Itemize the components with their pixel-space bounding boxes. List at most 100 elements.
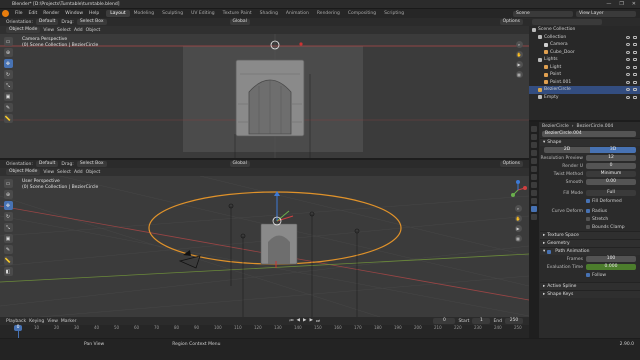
dimension-2d-button[interactable]: 2D: [544, 147, 590, 153]
measure-tool-icon[interactable]: 📏: [3, 256, 13, 265]
options-dropdown[interactable]: Options: [499, 19, 523, 25]
render-tab-icon[interactable]: [531, 134, 537, 140]
tab-rendering[interactable]: Rendering: [313, 10, 344, 17]
rotate-tool-icon[interactable]: ↻: [3, 212, 13, 221]
mode-dropdown[interactable]: Object Mode: [6, 169, 41, 175]
shape-section-header[interactable]: ▾ Shape: [540, 138, 640, 146]
tab-scripting[interactable]: Scripting: [380, 10, 408, 17]
menu-edit[interactable]: Edit: [26, 11, 41, 16]
physics-tab-icon[interactable]: [531, 190, 537, 196]
view-menu[interactable]: View: [47, 319, 58, 324]
outliner-item[interactable]: Collection: [529, 34, 640, 42]
view-menu[interactable]: View: [43, 28, 54, 33]
scale-tool-icon[interactable]: ⤡: [3, 81, 13, 90]
start-frame-field[interactable]: 1: [472, 318, 491, 324]
visibility-eye-icon[interactable]: [626, 58, 630, 62]
menu-file[interactable]: File: [12, 11, 26, 16]
cursor-tool-icon[interactable]: ⊕: [3, 48, 13, 57]
select-tool-icon[interactable]: ▭: [3, 179, 13, 188]
menu-window[interactable]: Window: [62, 11, 86, 16]
axis-gizmo-icon[interactable]: [508, 180, 528, 200]
prev-key-icon[interactable]: ◀: [297, 318, 300, 324]
visibility-eye-icon[interactable]: [626, 50, 630, 54]
current-frame-field[interactable]: 0: [433, 318, 456, 324]
active-spline-section[interactable]: ▸ Active Spline: [540, 282, 640, 290]
tab-animation[interactable]: Animation: [282, 10, 313, 17]
outliner-item[interactable]: Light: [529, 64, 640, 72]
outliner-item[interactable]: Point.001: [529, 79, 640, 87]
path-animation-checkbox[interactable]: [547, 249, 552, 254]
rotate-tool-icon[interactable]: ↻: [3, 70, 13, 79]
pan-icon[interactable]: ✋: [515, 51, 523, 58]
minimize-button[interactable]: —: [606, 1, 611, 7]
modifier-tab-icon[interactable]: [531, 182, 537, 188]
object-menu[interactable]: Object: [86, 170, 101, 175]
next-key-icon[interactable]: ▶: [309, 318, 312, 324]
annotate-tool-icon[interactable]: ✎: [3, 103, 13, 112]
add-menu[interactable]: Add: [74, 170, 83, 175]
orientation-dropdown[interactable]: Default: [35, 161, 59, 167]
measure-tool-icon[interactable]: 📏: [3, 114, 13, 123]
radius-checkbox[interactable]: [586, 209, 590, 213]
fill-deformed-checkbox[interactable]: [586, 199, 590, 203]
outliner-item[interactable]: Cube_Door: [529, 49, 640, 57]
resolution-preview-field[interactable]: 12: [586, 155, 636, 161]
visibility-eye-icon[interactable]: [626, 35, 630, 39]
path-animation-section[interactable]: ▾ Path Animation: [540, 247, 640, 255]
outliner-item[interactable]: Empty: [529, 94, 640, 102]
marker-menu[interactable]: Marker: [61, 319, 77, 324]
output-tab-icon[interactable]: [531, 142, 537, 148]
constraint-tab-icon[interactable]: [531, 198, 537, 204]
object-menu[interactable]: Object: [86, 28, 101, 33]
menu-render[interactable]: Render: [40, 11, 62, 16]
pan-icon[interactable]: ✋: [514, 215, 522, 222]
select-menu[interactable]: Select: [57, 170, 71, 175]
menu-help[interactable]: Help: [86, 11, 102, 16]
transform-orientation[interactable]: Global: [229, 161, 250, 167]
render-camera-icon[interactable]: [633, 88, 637, 92]
view-menu[interactable]: View: [43, 170, 54, 175]
orientation-dropdown[interactable]: Default: [35, 19, 59, 25]
datablock-selector[interactable]: BezierCircle.004: [542, 131, 636, 137]
visibility-eye-icon[interactable]: [626, 80, 630, 84]
stretch-checkbox[interactable]: [586, 217, 590, 221]
drag-dropdown[interactable]: Select Box: [76, 19, 107, 25]
transform-tool-icon[interactable]: ▣: [3, 92, 13, 101]
scene-tab-icon[interactable]: [531, 158, 537, 164]
grid-icon[interactable]: ▦: [515, 71, 523, 78]
fill-mode-dropdown[interactable]: Full: [586, 190, 636, 196]
smooth-field[interactable]: 0.00: [586, 179, 636, 185]
blender-logo-icon[interactable]: [2, 10, 9, 17]
object-tab-icon[interactable]: [531, 174, 537, 180]
render-camera-icon[interactable]: [633, 65, 637, 69]
cursor-tool-icon[interactable]: ⊕: [3, 190, 13, 199]
timeline-area[interactable]: 0102030405060708090100110120130140150160…: [0, 325, 529, 338]
outliner-item[interactable]: Camera: [529, 41, 640, 49]
jump-end-icon[interactable]: ⏭: [316, 318, 320, 324]
camera-view-icon[interactable]: ▶: [514, 225, 522, 232]
drag-dropdown[interactable]: Select Box: [76, 161, 107, 167]
grid-icon[interactable]: ▦: [514, 235, 522, 242]
outliner-item[interactable]: BezierCircle: [529, 86, 640, 94]
playback-menu[interactable]: Playback: [6, 319, 26, 324]
tab-uv-editing[interactable]: UV Editing: [187, 10, 218, 17]
keying-menu[interactable]: Keying: [29, 319, 44, 324]
frames-field[interactable]: 100: [586, 256, 636, 262]
play-icon[interactable]: ▶: [303, 318, 306, 324]
evaluation-time-field[interactable]: 0.000: [586, 264, 636, 270]
visibility-eye-icon[interactable]: [626, 88, 630, 92]
visibility-eye-icon[interactable]: [626, 73, 630, 77]
tab-sculpting[interactable]: Sculpting: [158, 10, 187, 17]
world-tab-icon[interactable]: [531, 166, 537, 172]
bounds-clamp-checkbox[interactable]: [586, 225, 590, 229]
outliner-item[interactable]: Point: [529, 71, 640, 79]
zoom-icon[interactable]: ⌕: [515, 41, 523, 48]
render-camera-icon[interactable]: [633, 35, 637, 39]
bottom-viewport[interactable]: ▭ ⊕ ✥ ↻ ⤡ ▣ ✎ 📏 ◧ User Perspective (0) S…: [0, 176, 529, 317]
move-tool-icon[interactable]: ✥: [3, 59, 13, 68]
curve-data-tab-icon[interactable]: [531, 206, 537, 212]
render-u-field[interactable]: 0: [586, 163, 636, 169]
annotate-tool-icon[interactable]: ✎: [3, 245, 13, 254]
tab-shading[interactable]: Shading: [256, 10, 282, 17]
outliner-search[interactable]: [532, 19, 602, 25]
